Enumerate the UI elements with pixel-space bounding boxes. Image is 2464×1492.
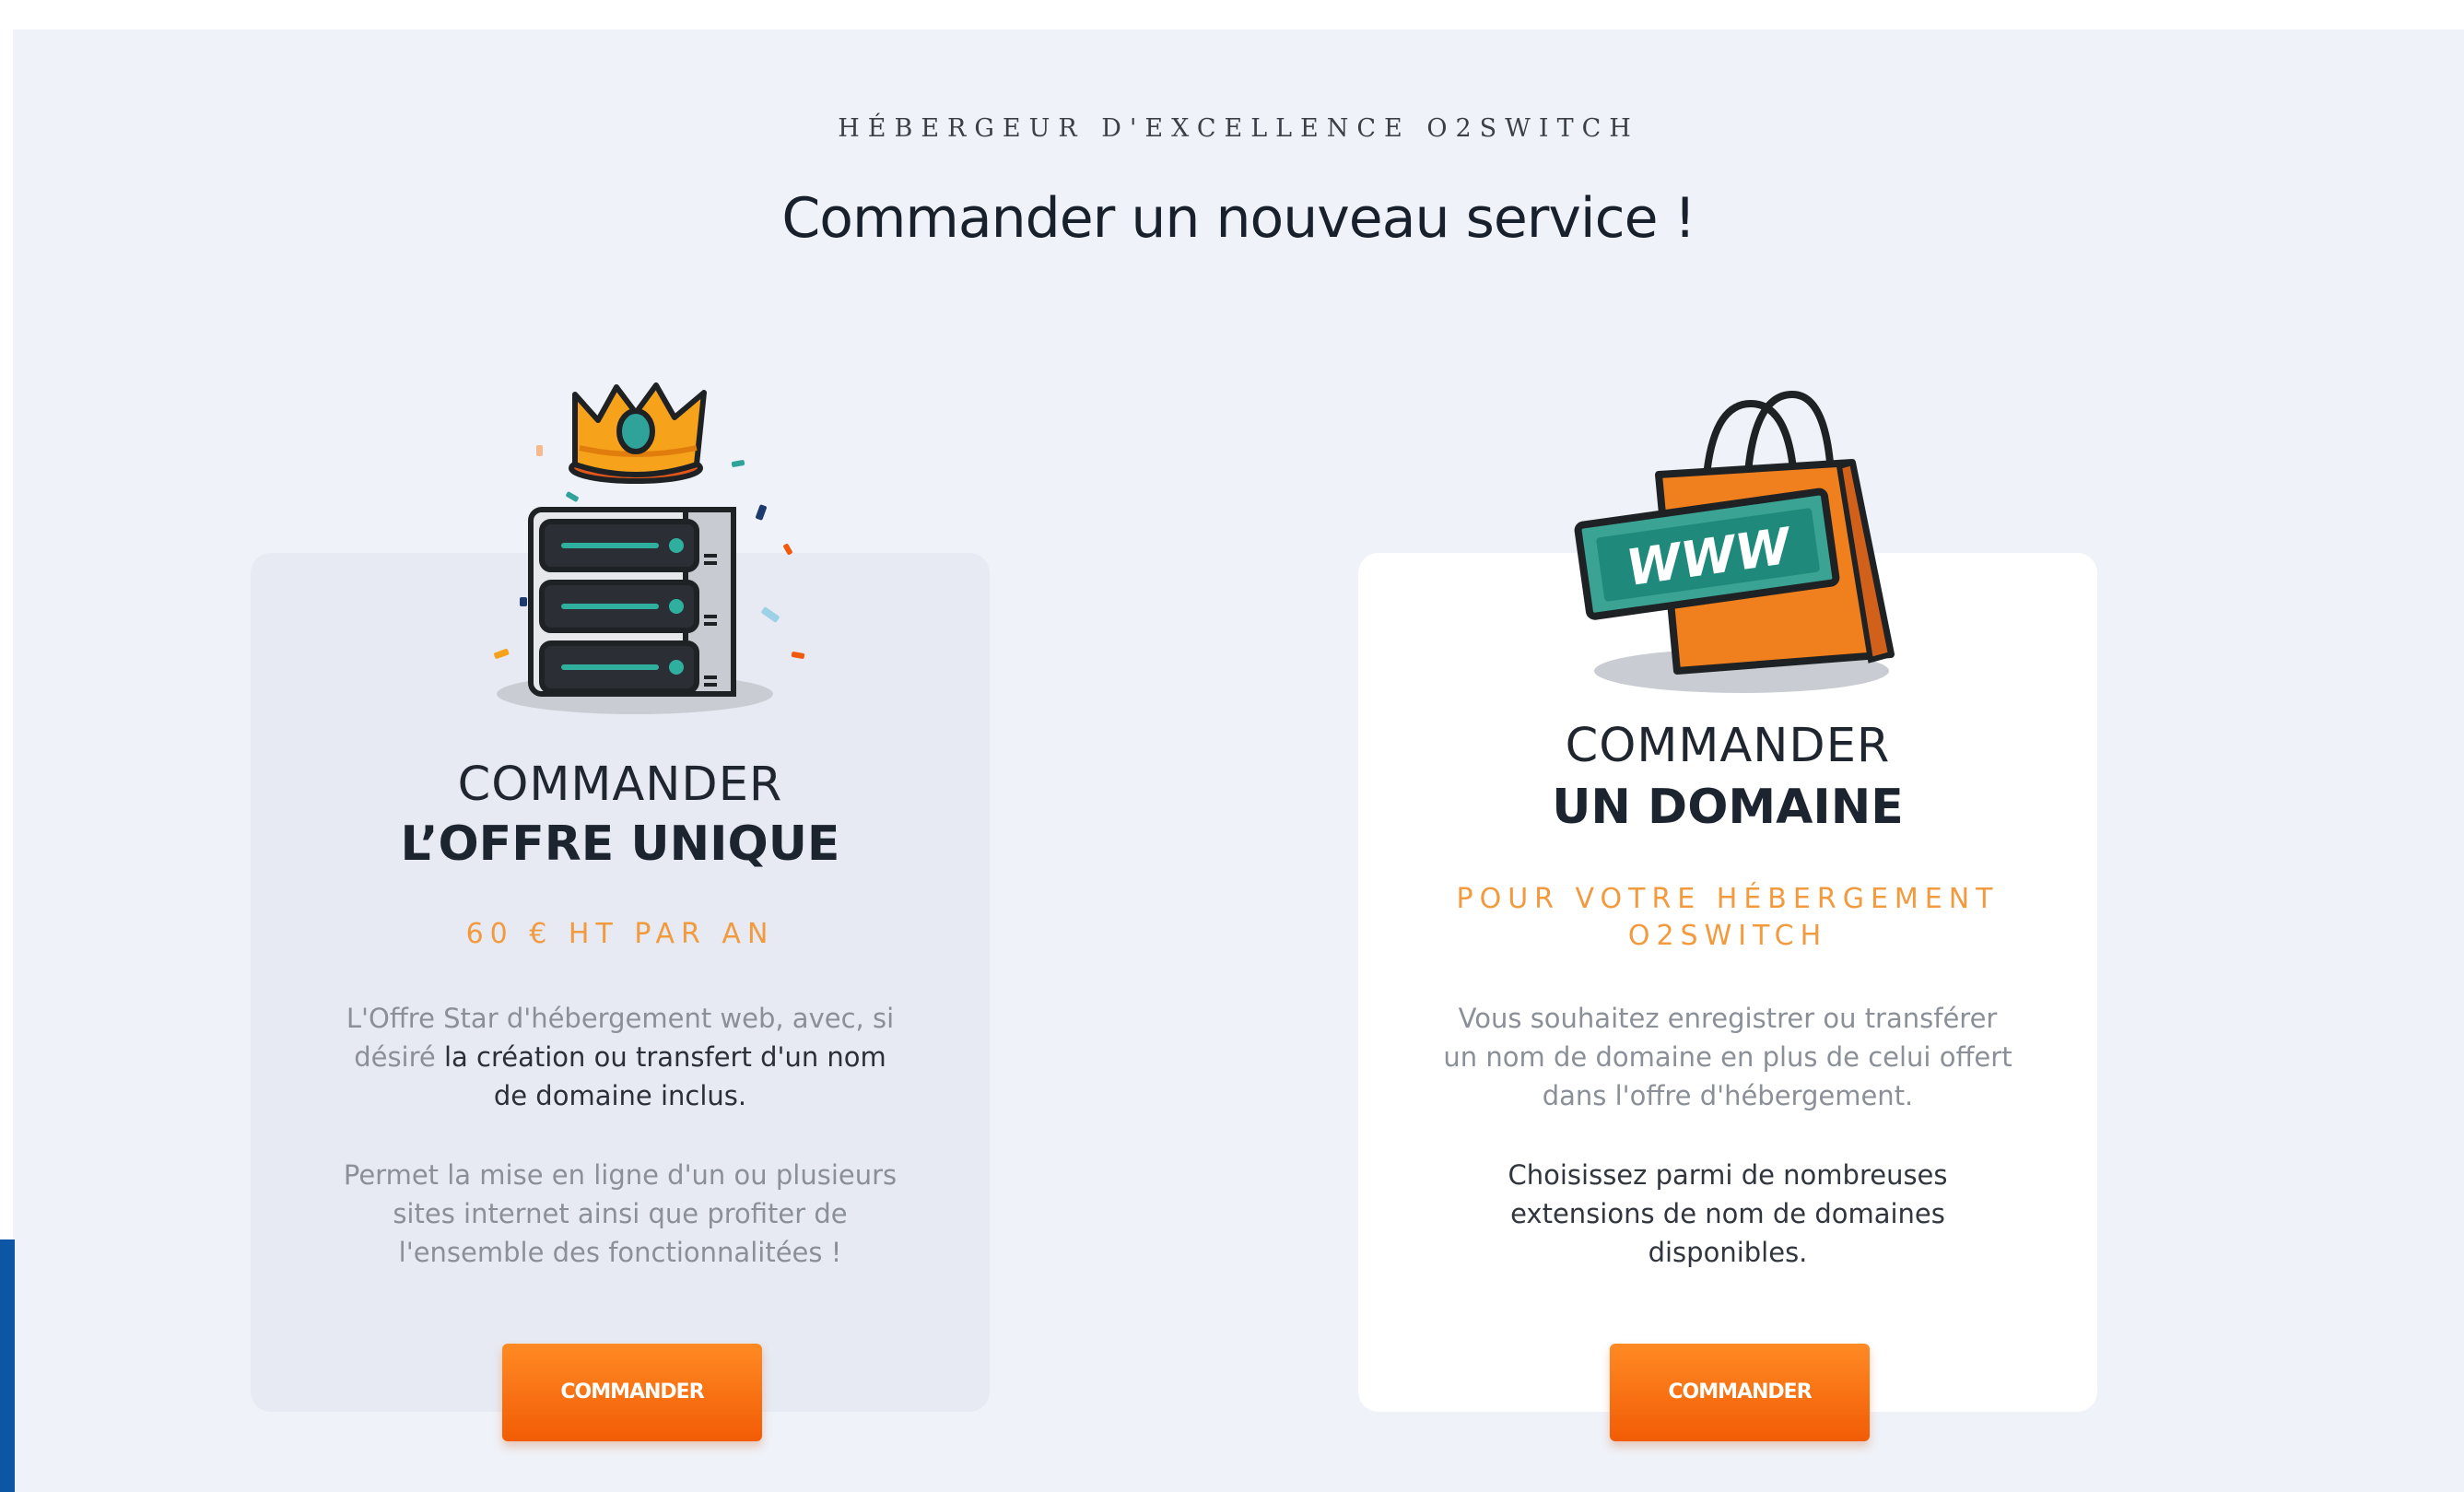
offer-description-2: Permet la mise en ligne d'un ou plusieur… xyxy=(343,1159,898,1268)
shopping-bag-www-icon: WWW xyxy=(1574,390,1895,693)
order-offer-button[interactable]: COMMANDER xyxy=(502,1344,762,1441)
domain-description: Vous souhaitez enregistrer ou transférer… xyxy=(1443,1003,2012,1111)
offer-heading-light: COMMANDER xyxy=(457,758,783,812)
page-title: Commander un nouveau service ! xyxy=(781,186,1695,251)
order-domain-button[interactable]: COMMANDER xyxy=(1610,1344,1870,1441)
offer-heading-bold: L’OFFRE UNIQUE xyxy=(400,816,840,872)
offer-price: 60 € HT PAR AN xyxy=(465,918,775,950)
offer-description: L'Offre Star d'hébergement web, avec, si… xyxy=(339,999,901,1115)
domain-heading-bold: UN DOMAINE xyxy=(1552,780,1904,835)
domain-description-2: Choisissez parmi de nombreuses extension… xyxy=(1508,1159,1948,1268)
offer-description-highlight: la création ou transfert d'un nom de dom… xyxy=(443,1041,886,1111)
left-accent-bar xyxy=(0,1239,15,1492)
domain-subtitle-line1: POUR VOTRE HÉBERGEMENT xyxy=(1456,883,2000,915)
server-crown-icon xyxy=(494,382,805,714)
page-kicker: HÉBERGEUR D'EXCELLENCE O2SWITCH xyxy=(838,114,1639,143)
domain-subtitle: POUR VOTRE HÉBERGEMENT O2SWITCH xyxy=(1358,881,2097,955)
domain-subtitle-line2: O2SWITCH xyxy=(1627,920,1828,952)
domain-heading-light: COMMANDER xyxy=(1565,719,1891,773)
